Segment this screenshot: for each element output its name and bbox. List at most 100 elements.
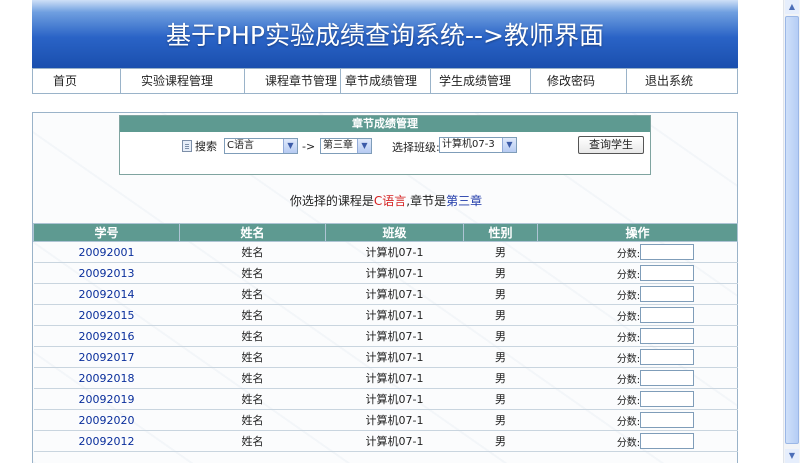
score-input[interactable] [640,412,695,428]
student-id: 20092018 [33,367,180,389]
score-cell: 分数: [537,388,738,410]
search-panel: 章节成绩管理 搜索 C语言 ▼ -> 第三章 ▼ 选择班级: 计算机07-3 ▼… [119,115,651,175]
panel-title: 章节成绩管理 [120,116,650,132]
student-gender: 男 [463,430,538,452]
search-label: 搜索 [182,138,217,154]
scroll-up-icon[interactable]: ▲ [785,0,799,14]
table-header-row: 学号 姓名 班级 性别 操作 [33,223,738,242]
score-cell: 分数: [537,304,738,326]
score-input[interactable] [640,244,695,260]
student-name: 姓名 [179,388,326,410]
column-header-gender: 性别 [463,223,538,242]
student-gender: 男 [463,346,538,368]
student-id: 20092020 [33,409,180,431]
student-gender: 男 [463,241,538,263]
score-cell: 分数: [537,430,738,452]
score-cell: 分数: [537,325,738,347]
page-scrollbar[interactable]: ▲ ▼ [783,0,800,463]
score-input[interactable] [640,349,695,365]
student-gender: 男 [463,283,538,305]
student-id: 20092015 [33,304,180,326]
course-select[interactable]: C语言 ▼ [224,138,298,154]
nav-item-home[interactable]: 首页 [33,69,121,93]
student-id: 20092014 [33,283,180,305]
score-cell: 分数: [537,262,738,284]
student-gender: 男 [463,388,538,410]
student-name: 姓名 [179,262,326,284]
score-cell: 分数: [537,241,738,263]
score-input[interactable] [640,391,695,407]
chapter-select-value: 第三章 [323,140,353,151]
course-select-value: C语言 [227,140,254,151]
nav-item-student-score-management[interactable]: 学生成绩管理 [431,69,531,93]
search-panel-body: 搜索 C语言 ▼ -> 第三章 ▼ 选择班级: 计算机07-3 ▼ 查询学生 [120,132,650,174]
student-name: 姓名 [179,241,326,263]
score-input[interactable] [640,307,695,323]
score-label: 分数: [616,374,641,386]
column-header-name: 姓名 [179,223,326,242]
score-input[interactable] [640,328,695,344]
query-students-button[interactable]: 查询学生 [578,136,644,154]
nav-item-change-password[interactable]: 修改密码 [531,69,627,93]
score-cell: 分数: [537,367,738,389]
student-name: 姓名 [179,325,326,347]
selection-middle: ,章节是 [406,194,447,208]
score-input[interactable] [640,433,695,449]
student-name: 姓名 [179,430,326,452]
score-label: 分数: [616,395,641,407]
nav-item-logout[interactable]: 退出系统 [627,69,737,93]
score-input[interactable] [640,265,695,281]
column-header-action: 操作 [537,223,738,242]
column-header-class: 班级 [325,223,464,242]
student-class: 计算机07-1 [325,430,464,452]
student-id: 20092013 [33,262,180,284]
score-cell: 分数: [537,346,738,368]
page-title: 基于PHP实验成绩查询系统-->教师界面 [166,21,604,50]
student-gender: 男 [463,304,538,326]
score-cell: 分数: [537,409,738,431]
class-label: 选择班级: [392,141,440,154]
header-banner: 基于PHP实验成绩查询系统-->教师界面 [32,0,738,68]
selection-prefix: 你选择的课程是 [289,194,374,208]
student-gender: 男 [463,409,538,431]
main-nav: 首页 实验课程管理 课程章节管理 章节成绩管理 学生成绩管理 修改密码 退出系统 [32,68,738,94]
student-class: 计算机07-1 [325,388,464,410]
chevron-down-icon: ▼ [502,138,516,152]
table-row: 20092015 姓名 计算机07-1 男 分数: [33,304,738,326]
nav-item-course-management[interactable]: 实验课程管理 [121,69,245,93]
table-row: 20092019 姓名 计算机07-1 男 分数: [33,388,738,410]
score-cell: 分数: [537,283,738,305]
chapter-select[interactable]: 第三章 ▼ [320,138,372,154]
student-class: 计算机07-1 [325,325,464,347]
scrollbar-thumb[interactable] [785,16,799,444]
student-gender: 男 [463,262,538,284]
class-select[interactable]: 计算机07-3 ▼ [439,137,517,153]
table-row: 20092020 姓名 计算机07-1 男 分数: [33,409,738,431]
scroll-down-icon[interactable]: ▼ [785,449,799,463]
student-class: 计算机07-1 [325,304,464,326]
class-select-value: 计算机07-3 [442,139,495,150]
nav-item-chapter-management[interactable]: 课程章节管理 [245,69,341,93]
student-id: 20092016 [33,325,180,347]
student-class: 计算机07-1 [325,241,464,263]
student-id: 20092012 [33,430,180,452]
student-name: 姓名 [179,367,326,389]
student-class: 计算机07-1 [325,346,464,368]
score-input[interactable] [640,286,695,302]
score-label: 分数: [616,290,641,302]
selected-chapter: 第三章 [446,194,483,208]
student-name: 姓名 [179,283,326,305]
students-table: 学号 姓名 班级 性别 操作 20092001 姓名 计算机07-1 男分数: 2009… [33,223,738,452]
table-row: 20092017 姓名 计算机07-1 男 分数: [33,346,738,368]
table-row: 20092016 姓名 计算机07-1 男 分数: [33,325,738,347]
table-row: 20092013 姓名 计算机07-1 男 分数: [33,262,738,284]
score-label: 分数: [616,353,641,365]
score-input[interactable] [640,370,695,386]
student-class: 计算机07-1 [325,367,464,389]
score-label: 分数: [616,332,641,344]
student-name: 姓名 [179,304,326,326]
chevron-down-icon: ▼ [283,139,297,153]
nav-item-chapter-score-management[interactable]: 章节成绩管理 [341,69,431,93]
chevron-down-icon: ▼ [357,139,371,153]
student-name: 姓名 [179,346,326,368]
